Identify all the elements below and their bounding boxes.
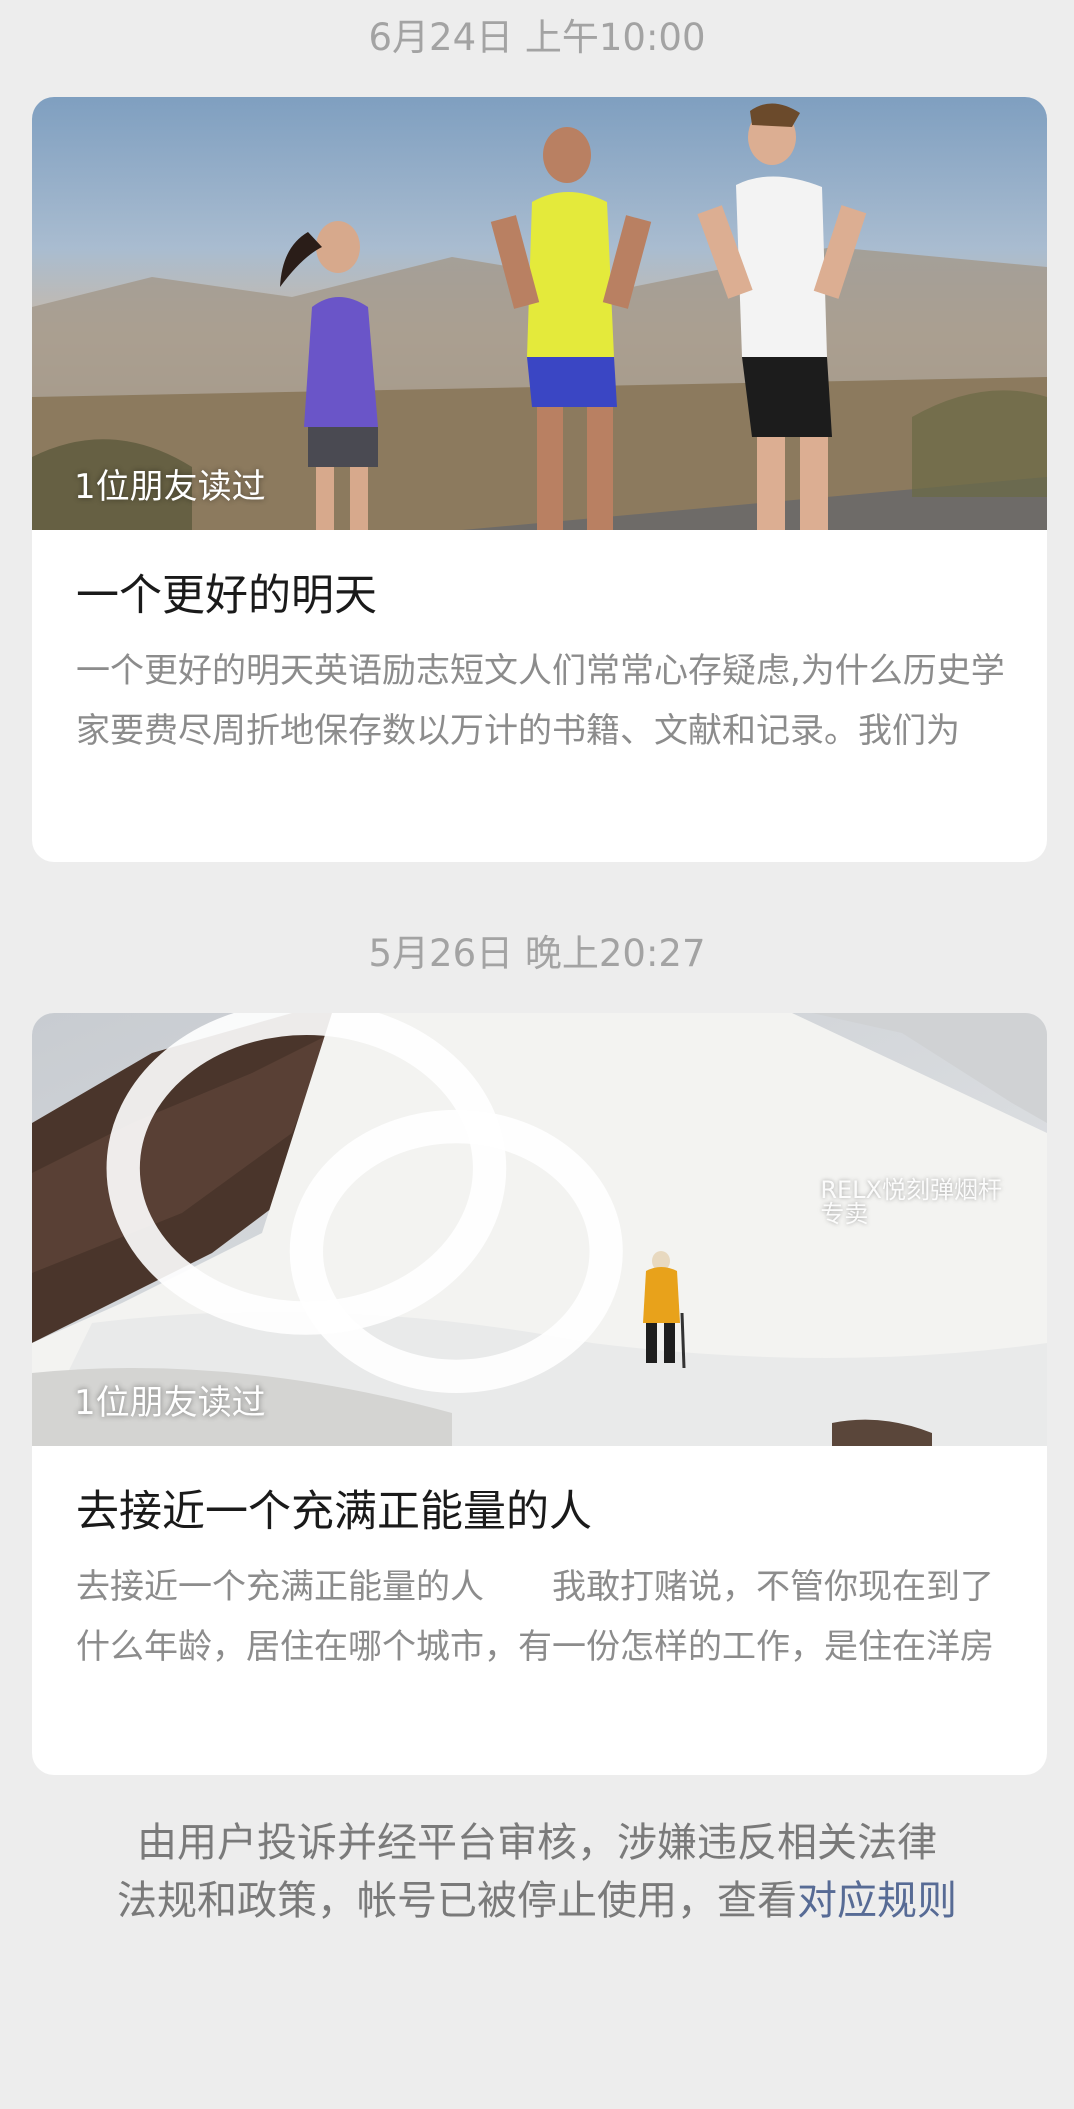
notice-line-1: 由用户投诉并经平台审核，涉嫌违反相关法律 (137, 1820, 937, 1866)
account-suspended-notice: 由用户投诉并经平台审核，涉嫌违反相关法律 法规和政策，帐号已被停止使用，查看对应… (0, 1814, 1074, 1930)
item-timestamp: 5月26日 晚上20:27 (368, 932, 706, 975)
wechat-icon (106, 1013, 624, 1394)
friends-read-count: 1位朋友读过 (74, 467, 266, 507)
article-excerpt: 一个更好的明天英语励志短文人们常常心存疑虑,为什么历史学家要费尽周折地保存数以万… (76, 651, 1005, 751)
article-cover-image[interactable]: 1位朋友读过 RELX悦刻弹烟杆专卖 (32, 1013, 1047, 1446)
article-title[interactable]: 去接近一个充满正能量的人 (76, 1491, 592, 1534)
rules-link[interactable]: 对应规则 (797, 1878, 957, 1924)
image-watermark: RELX悦刻弹烟杆专卖 (32, 1013, 1019, 1418)
runners-cover-illustration (32, 97, 1047, 530)
notice-line-2-text: 法规和政策，帐号已被停止使用，查看 (117, 1878, 797, 1924)
article-title[interactable]: 一个更好的明天 (76, 575, 377, 618)
article-excerpt: 去接近一个充满正能量的人 我敢打赌说，不管你现在到了什么年龄，居住在哪个城市，有… (76, 1567, 994, 1667)
article-card[interactable]: 1位朋友读过 RELX悦刻弹烟杆专卖 去接近一个充满正能量的人 去接近一个充满正… (32, 1013, 1047, 1775)
article-cover-image[interactable]: 1位朋友读过 (32, 97, 1047, 530)
article-card[interactable]: 1位朋友读过 一个更好的明天 一个更好的明天英语励志短文人们常常心存疑虑,为什么… (32, 97, 1047, 862)
item-timestamp: 6月24日 上午10:00 (368, 16, 706, 59)
notice-line-2: 法规和政策，帐号已被停止使用，查看对应规则 (0, 1872, 1074, 1930)
watermark-text: RELX悦刻弹烟杆专卖 (820, 1175, 1002, 1228)
